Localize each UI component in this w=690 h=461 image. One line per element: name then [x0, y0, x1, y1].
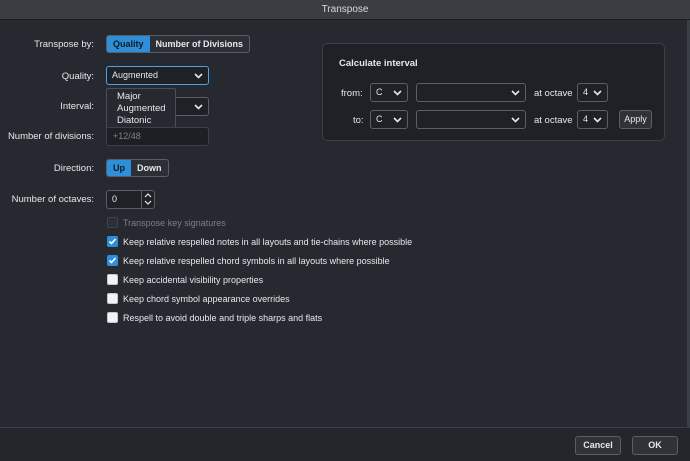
calculate-interval-title: Calculate interval	[339, 58, 418, 69]
keep-chord-overrides-checkbox[interactable]	[107, 293, 118, 304]
from-at-octave-label: at octave	[534, 88, 573, 99]
transpose-by-quality-button[interactable]: Quality	[107, 36, 150, 52]
transpose-by-divisions-button[interactable]: Number of Divisions	[150, 36, 250, 52]
to-octave-select[interactable]: 4	[577, 110, 608, 129]
from-note-select[interactable]: C	[370, 83, 408, 102]
keep-respelled-notes-checkbox[interactable]	[107, 236, 118, 247]
keep-chord-overrides-label: Keep chord symbol appearance overrides	[123, 294, 290, 304]
to-accidental-select[interactable]	[416, 110, 526, 129]
transpose-key-signatures-label: Transpose key signatures	[123, 218, 226, 228]
chevron-down-icon	[194, 67, 203, 79]
chevron-down-icon	[593, 111, 602, 123]
chevron-down-icon	[511, 84, 520, 96]
direction-label: Direction:	[53, 163, 94, 174]
keep-respelled-chords-label: Keep relative respelled chord symbols in…	[123, 256, 390, 266]
to-at-octave-label: at octave	[534, 115, 573, 126]
transpose-by-label: Transpose by:	[34, 39, 94, 50]
chevron-down-icon	[393, 111, 402, 123]
to-note-select[interactable]: C	[370, 110, 408, 129]
keep-accidental-visibility-checkbox[interactable]	[107, 274, 118, 285]
from-label: from:	[341, 88, 363, 99]
checkmark-icon	[108, 238, 117, 245]
quality-option-major[interactable]: Major	[107, 91, 175, 103]
quality-label: Quality:	[61, 71, 94, 82]
direction-down-button[interactable]: Down	[131, 160, 168, 176]
from-accidental-select[interactable]	[416, 83, 526, 102]
divisions-label: Number of divisions:	[7, 131, 94, 142]
chevron-down-icon	[194, 98, 203, 110]
checkmark-icon	[108, 257, 117, 264]
direction-up-button[interactable]: Up	[107, 160, 131, 176]
transpose-key-signatures-checkbox[interactable]	[107, 217, 118, 228]
from-octave-select[interactable]: 4	[577, 83, 608, 102]
to-label: to:	[353, 115, 364, 126]
octaves-label: Number of octaves:	[11, 194, 94, 205]
from-octave-value: 4	[583, 87, 589, 97]
quality-select[interactable]: Augmented	[106, 66, 209, 85]
interval-label: Interval:	[60, 101, 94, 112]
stepper-arrows-icon	[144, 193, 152, 205]
window-title: Transpose	[0, 0, 690, 20]
octaves-value: 0	[112, 194, 118, 204]
apply-button[interactable]: Apply	[619, 110, 652, 129]
direction-toggle: Up Down	[106, 159, 169, 177]
keep-respelled-notes-label: Keep relative respelled notes in all lay…	[123, 237, 413, 247]
quality-option-augmented[interactable]: Augmented	[107, 103, 175, 115]
chevron-down-icon	[511, 111, 520, 123]
quality-dropdown-menu: Major Augmented Diatonic	[106, 88, 176, 129]
transpose-by-toggle: Quality Number of Divisions	[106, 35, 251, 53]
quality-select-value: Augmented	[112, 70, 159, 80]
divisions-input[interactable]: +12/48	[106, 127, 209, 146]
dialog-footer: Cancel OK	[0, 427, 690, 461]
quality-option-diatonic[interactable]: Diatonic	[107, 115, 175, 127]
octaves-spin-buttons[interactable]	[141, 190, 154, 208]
keep-accidental-visibility-label: Keep accidental visibility properties	[123, 275, 264, 285]
from-note-value: C	[376, 87, 383, 97]
respell-avoid-double-checkbox[interactable]	[107, 312, 118, 323]
to-octave-value: 4	[583, 114, 589, 124]
chevron-down-icon	[593, 84, 602, 96]
chevron-down-icon	[393, 84, 402, 96]
keep-respelled-chords-checkbox[interactable]	[107, 255, 118, 266]
cancel-button[interactable]: Cancel	[575, 436, 621, 455]
ok-button[interactable]: OK	[632, 436, 678, 455]
to-note-value: C	[376, 114, 383, 124]
calculate-interval-panel: Calculate interval from: C at octave 4 t…	[322, 43, 665, 141]
respell-avoid-double-label: Respell to avoid double and triple sharp…	[123, 313, 323, 323]
